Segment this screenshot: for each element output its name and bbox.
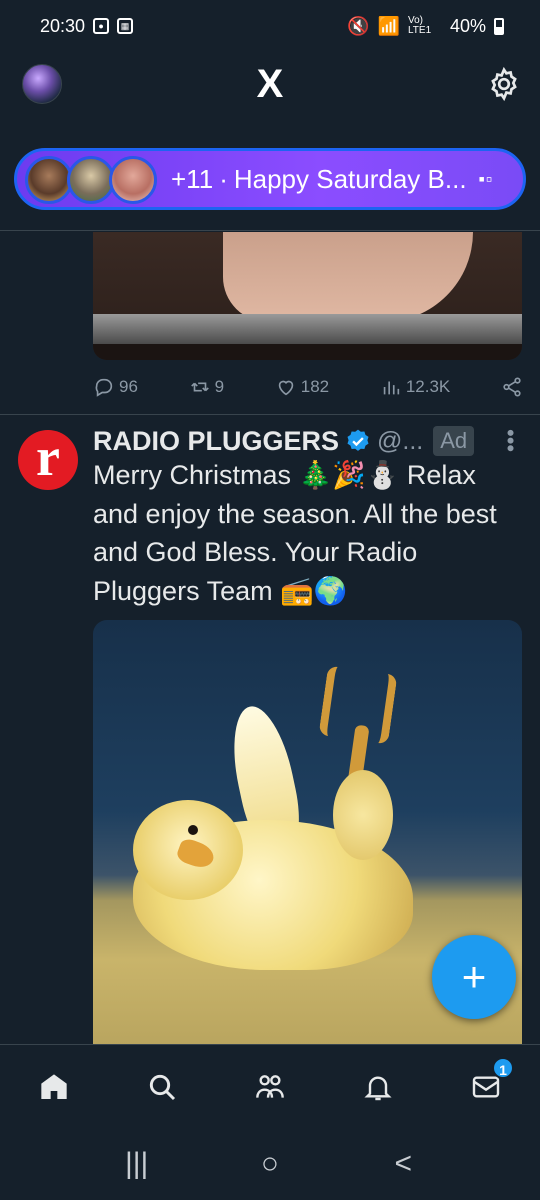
nav-home[interactable] [34,1067,74,1107]
view-count: 12.3K [405,377,451,396]
views-icon [383,381,399,395]
repost-button[interactable]: 9 [189,376,224,398]
heart-icon [278,380,294,396]
share-icon [503,377,521,397]
gear-icon[interactable] [486,66,522,102]
search-icon [149,1074,176,1100]
participant-avatar [109,156,157,204]
advertiser-name[interactable]: RADIO PLUGGERS [93,426,339,457]
wifi-icon: 📶 [377,15,400,36]
battery-icon [494,17,504,35]
like-count: 182 [300,377,330,396]
reply-count: 96 [119,377,138,396]
x-logo[interactable]: X [250,62,290,106]
status-bar: 20:30 ● ▦ 🔇 📶 Vo) LTE1 40% [0,0,540,52]
spaces-participants [25,153,165,205]
advertiser-avatar[interactable]: r [18,430,78,490]
compose-button[interactable]: + [432,935,516,1019]
chick-eye [188,825,198,835]
system-nav: ||| ○ < [0,1128,540,1200]
mute-icon: 🔇 [347,15,370,36]
image-rail [93,314,522,344]
spaces-title: Happy Saturday B... [233,163,467,194]
app-notification-icon: ▦ [117,18,134,34]
spaces-live-banner[interactable]: +11 · Happy Saturday B... ▪▫ [14,148,526,210]
home-button[interactable]: ○ [250,1147,290,1181]
home-icon [41,1073,67,1099]
clock: 20:30 [40,15,86,36]
tweet-actions: 96 9 182 12.3K [93,372,523,402]
repost-count: 9 [214,377,225,396]
ad-tweet-text: Merry Christmas 🎄🎉⛄ Relax and enjoy the … [93,460,497,606]
top-bar: X [0,56,540,112]
battery-level: 40% [449,15,486,36]
verified-badge-icon [347,429,369,451]
nav-search[interactable] [142,1067,182,1107]
views-button[interactable]: 12.3K [380,376,450,398]
notification-icon: ● [93,18,110,34]
like-button[interactable]: 182 [275,376,329,398]
nav-communities[interactable] [250,1067,290,1107]
advertiser-handle[interactable]: @... [377,427,423,456]
image-floor [93,344,522,360]
nav-notifications[interactable] [358,1067,398,1107]
participant-avatar [67,156,115,204]
share-button[interactable] [501,376,523,398]
spaces-separator: · [219,163,228,194]
divider [0,414,540,415]
notifications-icon [364,1076,392,1100]
audio-wave-icon: ▪▫ [478,168,494,189]
ad-label: Ad [433,426,475,456]
tweet-image[interactable] [93,232,522,360]
nav-messages[interactable]: 1 [466,1056,514,1107]
reply-button[interactable]: 96 [93,376,138,398]
network-label: Vo) LTE1 [407,15,432,36]
messages-badge: 1 [492,1056,514,1079]
reply-icon [95,378,113,397]
participant-avatar [25,156,73,204]
spaces-count: +11 [171,163,214,194]
ad-tweet-header: RADIO PLUGGERS @... Ad ••• [93,422,523,460]
bottom-nav: 1 [0,1044,540,1128]
profile-avatar[interactable] [22,64,62,104]
recents-button[interactable]: ||| [117,1147,157,1181]
back-button[interactable]: < [383,1147,423,1181]
more-options-icon[interactable]: ••• [497,429,523,452]
divider [0,230,540,231]
repost-icon [190,382,209,392]
image-subject [223,232,473,322]
chick-tail [333,770,393,860]
communities-icon [256,1074,284,1098]
